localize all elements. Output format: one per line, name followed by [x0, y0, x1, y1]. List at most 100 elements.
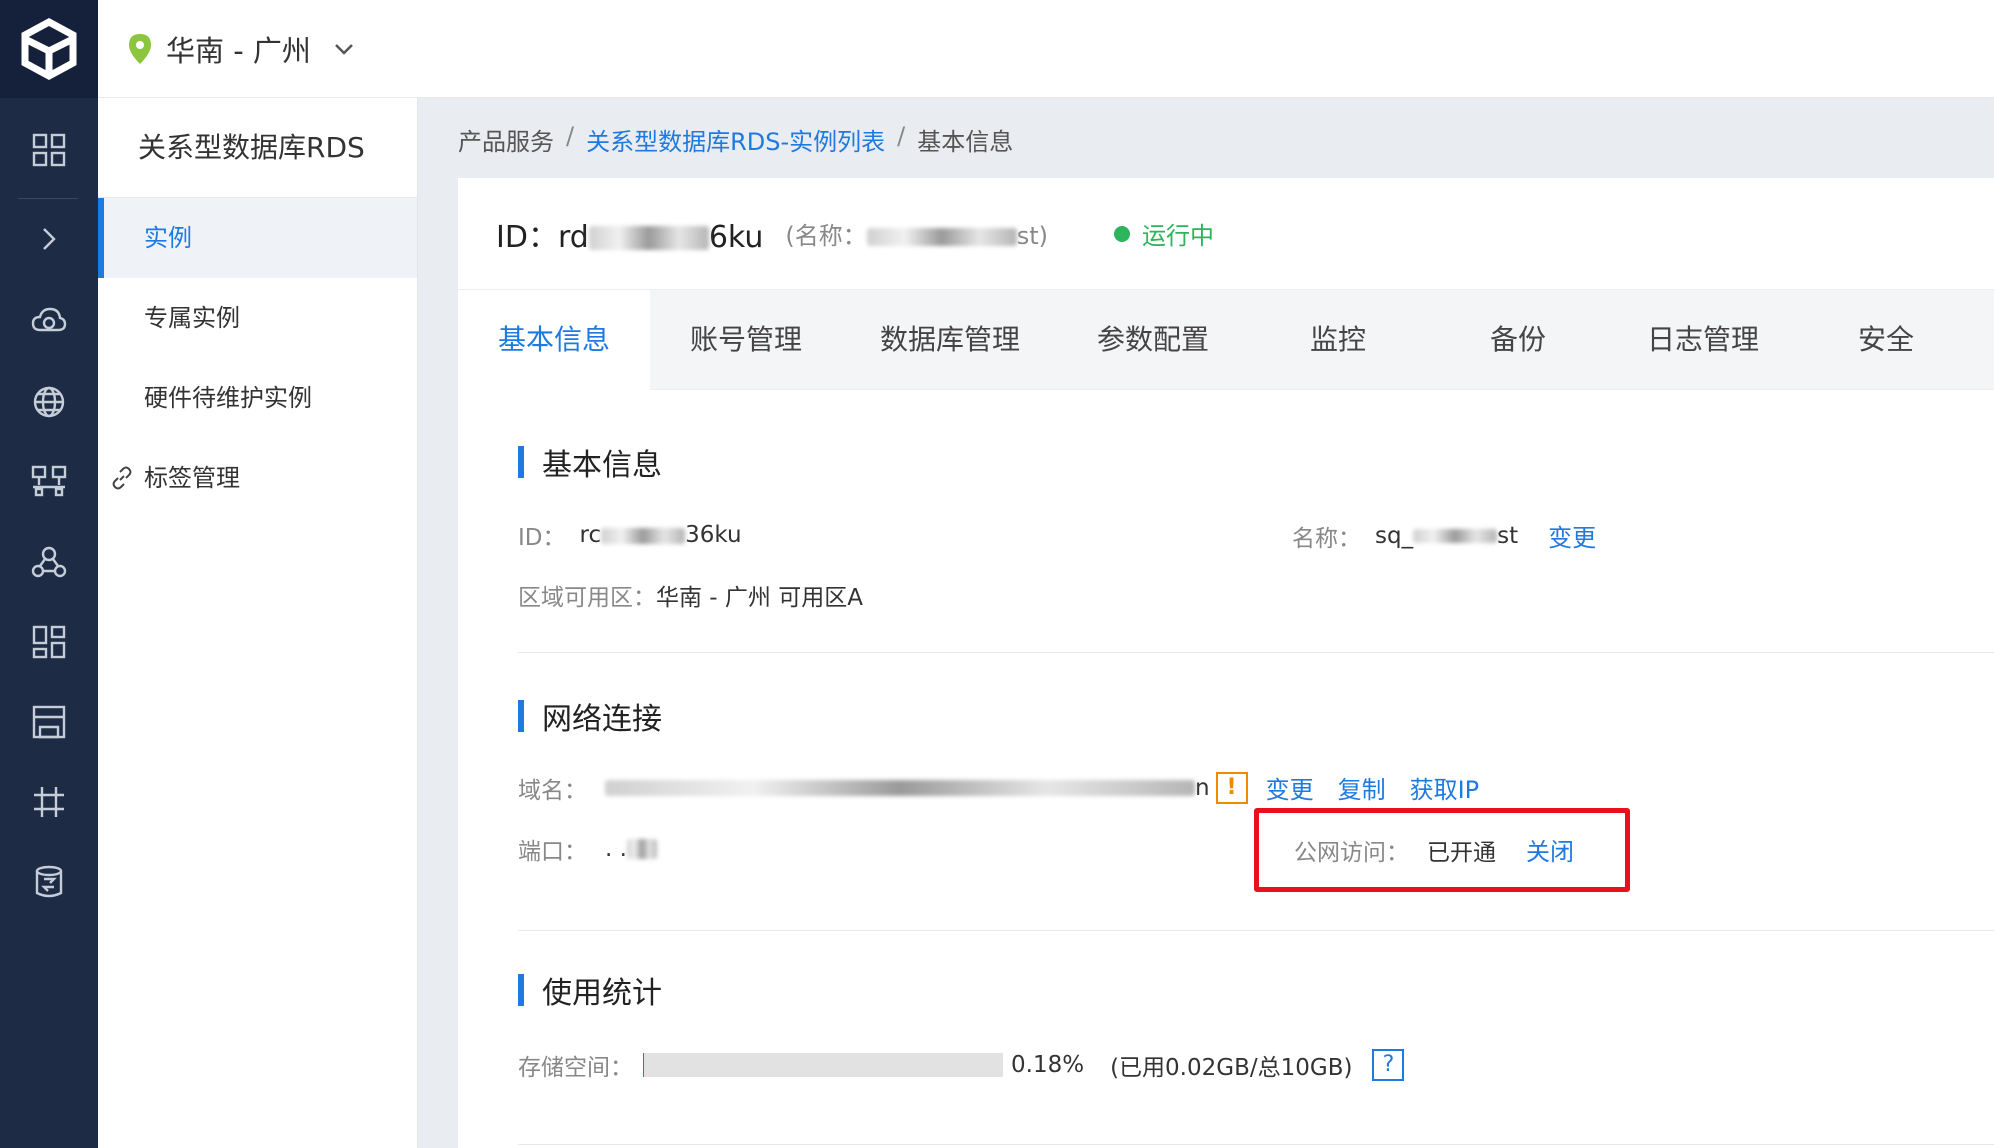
sidebar-item-dedicated[interactable]: 专属实例	[98, 278, 417, 358]
section-title: 网络连接	[518, 694, 1994, 738]
usage-section: 使用统计	[518, 968, 1994, 1012]
name-value-prefix: sq_	[1375, 522, 1414, 549]
tab-monitoring[interactable]: 监控	[1248, 290, 1428, 390]
grid-icon[interactable]	[24, 125, 74, 175]
section-accent-bar	[518, 700, 524, 732]
domain-row: 域名： n ! 变更 复制 获取IP	[518, 770, 1479, 805]
breadcrumb-instance-list[interactable]: 关系型数据库RDS-实例列表	[586, 122, 885, 157]
section-divider	[518, 1144, 1994, 1145]
tab-parameters[interactable]: 参数配置	[1058, 290, 1248, 390]
section-title-text: 基本信息	[542, 448, 662, 483]
tab-basic-info[interactable]: 基本信息	[458, 290, 650, 390]
get-ip-link[interactable]: 获取IP	[1410, 770, 1480, 805]
database-icon[interactable]	[24, 857, 74, 907]
name-value-suffix: st	[1497, 522, 1519, 549]
port-row: 端口： . .	[518, 832, 657, 866]
port-label: 端口：	[518, 839, 587, 865]
storage-percent: 0.18%	[1011, 1052, 1085, 1078]
zone-value: 华南 - 广州 可用区A	[656, 585, 863, 611]
cube-logo-icon	[21, 18, 77, 80]
redacted-id	[601, 527, 686, 544]
instance-name-suffix: st)	[1016, 222, 1049, 250]
command-icon[interactable]	[24, 777, 74, 827]
globe-icon[interactable]	[24, 377, 74, 427]
tab-databases[interactable]: 数据库管理	[842, 290, 1058, 390]
warning-icon[interactable]: !	[1215, 771, 1248, 804]
instance-id-suffix: 6ku	[708, 219, 764, 255]
expand-chevron-icon[interactable]	[24, 214, 74, 264]
help-icon[interactable]: ?	[1372, 1049, 1405, 1081]
highlight-box	[1254, 808, 1630, 892]
change-domain-link[interactable]: 变更	[1266, 770, 1314, 805]
storage-disk-icon[interactable]	[24, 697, 74, 747]
instance-header: ID：rd 6ku (名称： st) 运行中	[458, 178, 1994, 290]
product-sidebar: 关系型数据库RDS 实例 专属实例 硬件待维护实例 标签管理	[98, 98, 418, 1148]
storage-progress-bar	[643, 1053, 1003, 1077]
region-selector[interactable]: 华南 - 广州	[128, 28, 355, 70]
id-value: rc 36ku	[580, 522, 742, 548]
section-accent-bar	[518, 446, 524, 478]
redacted-id	[588, 226, 709, 250]
sidebar-item-instances[interactable]: 实例	[98, 198, 417, 278]
section-divider	[518, 652, 1994, 653]
zone-row: 区域可用区： 华南 - 广州 可用区A	[518, 578, 863, 612]
redacted-port	[626, 839, 657, 859]
icon-rail	[0, 0, 98, 1148]
name-value: sq_ st	[1375, 523, 1518, 549]
dashboard-icon[interactable]	[24, 617, 74, 667]
status-dot	[1114, 225, 1131, 242]
chevron-down-icon	[335, 44, 353, 55]
product-title: 关系型数据库RDS	[98, 98, 417, 198]
tab-backup[interactable]: 备份	[1428, 290, 1608, 390]
logo[interactable]	[0, 0, 98, 98]
detail-tabs: 基本信息 账号管理 数据库管理 参数配置 监控 备份 日志管理 安全	[458, 290, 1994, 390]
network-topology-icon[interactable]	[24, 457, 74, 507]
region-label: 华南 - 广州	[166, 34, 311, 68]
breadcrumb-separator: /	[897, 122, 906, 150]
sidebar-item-tags[interactable]: 标签管理	[98, 438, 417, 518]
storage-detail: (已用0.02GB/总10GB)	[1110, 1055, 1353, 1081]
instance-name: (名称： st)	[785, 216, 1048, 251]
port-value-prefix: . .	[605, 836, 627, 862]
id-value-prefix: rc	[579, 522, 602, 548]
breadcrumb-current: 基本信息	[917, 128, 1014, 156]
section-title-text: 使用统计	[542, 976, 662, 1011]
breadcrumb-separator: /	[566, 122, 575, 150]
rail-divider	[18, 198, 78, 199]
storage-progress-fill	[643, 1053, 644, 1077]
name-label: 名称：	[1292, 525, 1361, 552]
domain-label: 域名：	[518, 777, 587, 804]
instance-id-prefix: ID：rd	[496, 219, 589, 255]
tab-logs[interactable]: 日志管理	[1608, 290, 1798, 390]
section-title: 使用统计	[518, 968, 1994, 1012]
cluster-icon[interactable]	[24, 537, 74, 587]
tab-security[interactable]: 安全	[1798, 290, 1974, 390]
instance-name-prefix: (名称：	[785, 222, 867, 250]
name-row: 名称： sq_ st 变更	[1292, 518, 1596, 553]
redacted-name	[1413, 529, 1498, 543]
breadcrumb: 产品服务 / 关系型数据库RDS-实例列表 / 基本信息	[458, 122, 1013, 157]
top-header: 华南 - 广州	[98, 0, 1994, 98]
id-value-suffix: 36ku	[685, 522, 742, 548]
zone-label: 区域可用区：	[518, 585, 656, 611]
instance-id: ID：rd 6ku	[496, 212, 763, 256]
status-badge: 运行中	[1114, 216, 1214, 251]
sidebar-item-label: 标签管理	[144, 464, 240, 492]
status-text: 运行中	[1142, 222, 1215, 250]
id-row: ID： rc 36ku	[518, 518, 742, 552]
breadcrumb-root[interactable]: 产品服务	[458, 122, 554, 157]
basic-info-section: 基本信息	[518, 440, 1994, 484]
section-title: 基本信息	[518, 440, 1994, 484]
id-label: ID：	[518, 525, 566, 551]
domain-suffix: n	[1195, 774, 1210, 801]
section-divider	[518, 930, 1994, 931]
cloud-icon[interactable]	[24, 296, 74, 346]
tab-accounts[interactable]: 账号管理	[650, 290, 842, 390]
section-title-text: 网络连接	[542, 702, 662, 737]
sidebar-item-hardware-maintenance[interactable]: 硬件待维护实例	[98, 358, 417, 438]
copy-domain-link[interactable]: 复制	[1338, 770, 1386, 805]
storage-row: 存储空间： 0.18% (已用0.02GB/总10GB) ?	[518, 1048, 1405, 1082]
redacted-domain	[605, 779, 1195, 796]
instance-detail-card: ID：rd 6ku (名称： st) 运行中 基本信息 账号管理 数据库管理 参数配…	[458, 178, 1994, 1148]
rename-link[interactable]: 变更	[1548, 518, 1596, 553]
